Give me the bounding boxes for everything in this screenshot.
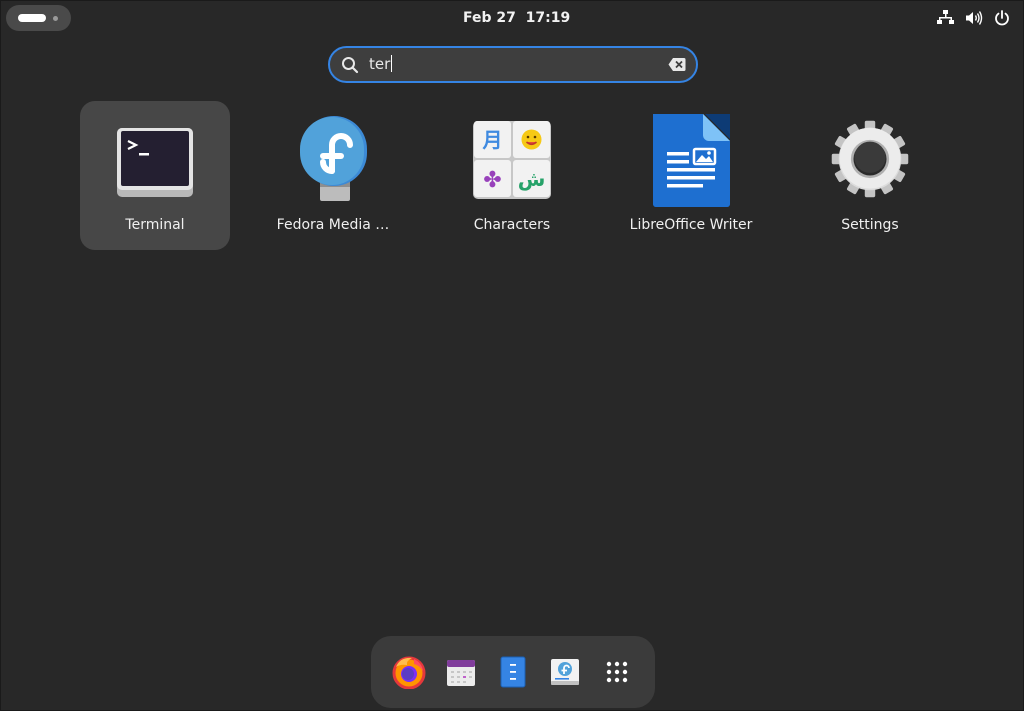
gnome-overview: Feb 27 17:19 ter Terminal Fedora Media ……	[0, 0, 1024, 711]
app-fedora-media-writer[interactable]: Fedora Media …	[258, 101, 408, 250]
text-caret	[391, 55, 393, 72]
firefox-icon[interactable]	[391, 654, 427, 690]
power-icon[interactable]	[992, 8, 1011, 27]
clock[interactable]: Feb 27 17:19	[463, 5, 570, 31]
activities-indicator[interactable]	[6, 5, 71, 31]
search-icon	[341, 56, 359, 78]
characters-glyph-flower: ✤	[483, 168, 501, 193]
app-libreoffice-writer[interactable]: LibreOffice Writer	[616, 101, 766, 250]
libreoffice-writer-icon	[651, 114, 731, 207]
app-characters[interactable]: 月 ✤ ش Characters	[437, 101, 587, 250]
volume-icon[interactable]	[964, 8, 983, 27]
characters-glyph-moon: 月	[482, 128, 503, 152]
settings-gear-icon	[830, 115, 910, 203]
dash	[371, 636, 655, 708]
search-input-value: ter	[369, 55, 391, 73]
workspace-dot	[53, 16, 58, 21]
app-settings[interactable]: Settings	[795, 101, 945, 250]
app-label: LibreOffice Writer	[629, 217, 753, 233]
characters-glyph-arabic: ش	[518, 167, 546, 191]
show-apps-icon[interactable]	[599, 654, 635, 690]
files-icon[interactable]	[495, 654, 531, 690]
app-label: Characters	[473, 217, 551, 233]
fedora-media-writer-icon	[293, 115, 373, 203]
software-icon[interactable]	[547, 654, 583, 690]
app-label: Terminal	[125, 217, 185, 233]
calendar-icon[interactable]	[443, 654, 479, 690]
workspace-active-pill	[18, 14, 46, 22]
app-label: Fedora Media …	[276, 217, 390, 233]
app-terminal[interactable]: Terminal	[80, 101, 230, 250]
characters-icon: 月 ✤ ش	[472, 115, 552, 203]
search-field[interactable]: ter	[328, 46, 698, 83]
search-input[interactable]: ter	[369, 48, 393, 81]
app-label: Settings	[841, 217, 899, 233]
terminal-icon	[115, 115, 195, 203]
clear-icon[interactable]	[668, 57, 686, 76]
clock-time: 17:19	[525, 10, 571, 26]
system-tray[interactable]	[936, 8, 1011, 27]
clock-date: Feb 27	[463, 10, 516, 26]
network-icon[interactable]	[936, 8, 955, 27]
